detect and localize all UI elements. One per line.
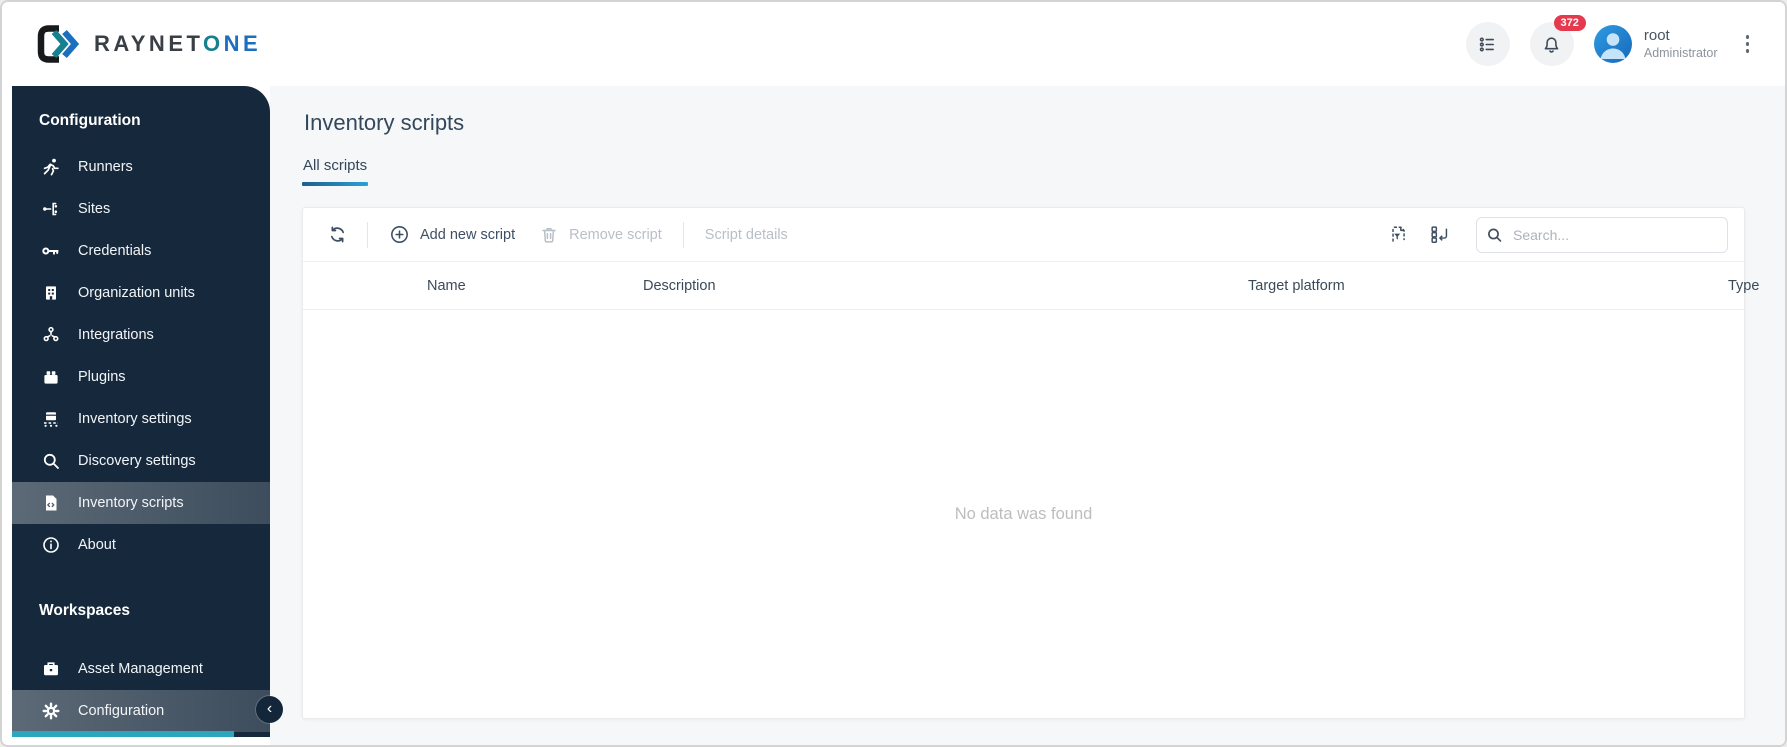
sidebar-item-label: Credentials	[78, 243, 152, 259]
sidebar-item-integrations[interactable]: Integrations	[12, 314, 270, 356]
app-window: RAYNETONE 372 root Administrator Configu…	[0, 0, 1787, 747]
notifications-button[interactable]: 372	[1529, 15, 1586, 66]
toolbar-divider	[682, 221, 684, 248]
sidebar-item-about[interactable]: About	[12, 524, 270, 566]
page-title: Inventory scripts	[304, 110, 465, 135]
sidebar-item-asset-management[interactable]: Asset Management	[12, 648, 270, 690]
sidebar-item-sites[interactable]: Sites	[12, 188, 270, 230]
briefcase-icon	[41, 659, 61, 679]
add-new-script-label: Add new script	[420, 226, 516, 243]
user-name: root	[1643, 26, 1670, 44]
sidebar-collapse-button[interactable]: ‹	[256, 696, 283, 723]
refresh-icon	[327, 224, 348, 245]
tab-label: All scripts	[303, 157, 368, 174]
script-details-label: Script details	[704, 226, 788, 243]
remove-script-label: Remove script	[569, 226, 662, 243]
sidebar-heading-configuration: Configuration	[39, 112, 141, 129]
column-header-name[interactable]: Name	[427, 278, 643, 294]
sidebar-item-label: Inventory scripts	[78, 495, 184, 511]
sidebar-item-label: Plugins	[78, 369, 126, 385]
refresh-button[interactable]	[317, 216, 358, 253]
info-icon	[41, 535, 61, 555]
notification-count-badge: 372	[1553, 15, 1586, 31]
main-content: Inventory scripts All scripts Add new sc…	[270, 86, 1785, 745]
sidebar: Configuration Runners Sites Credentials …	[12, 86, 283, 737]
sidebar-item-label: Discovery settings	[78, 453, 196, 469]
sidebar-item-runners[interactable]: Runners	[12, 146, 270, 188]
sidebar-item-credentials[interactable]: Credentials	[12, 230, 270, 272]
sidebar-item-configuration[interactable]: Configuration	[12, 690, 270, 732]
scripts-panel: Add new script Remove script Script deta…	[302, 207, 1759, 719]
user-info: root Administrator	[1644, 27, 1718, 61]
brand-logo-icon	[36, 24, 80, 64]
empty-state-message: No data was found	[954, 504, 1093, 523]
tab-bar: All scripts	[302, 157, 1745, 186]
more-options-button[interactable]	[1738, 29, 1758, 59]
conveyor-icon	[41, 409, 61, 429]
script-details-button[interactable]: Script details	[693, 219, 800, 251]
topbar: RAYNETONE 372 root Administrator	[2, 2, 1785, 86]
scripts-toolbar: Add new script Remove script Script deta…	[303, 208, 1744, 262]
sites-icon	[41, 199, 61, 219]
sidebar-item-plugins[interactable]: Plugins	[12, 356, 270, 398]
brand-logo: RAYNETONE	[36, 24, 261, 64]
tab-all-scripts[interactable]: All scripts	[302, 157, 369, 186]
toolbar-divider	[367, 221, 368, 248]
integrations-icon	[41, 325, 61, 345]
task-list-button[interactable]	[1465, 22, 1510, 66]
sidebar-item-label: Runners	[78, 159, 133, 175]
plus-circle-icon	[389, 224, 410, 245]
magnifier-icon	[41, 451, 61, 471]
sidebar-item-organization-units[interactable]: Organization units	[12, 272, 270, 314]
sidebar-item-discovery-settings[interactable]: Discovery settings	[12, 440, 270, 482]
column-header-type[interactable]: Type	[1728, 278, 1765, 294]
columns-list-icon	[1429, 224, 1450, 245]
task-list-icon	[1477, 34, 1498, 55]
search-box	[1476, 216, 1728, 253]
sidebar-item-inventory-scripts[interactable]: Inventory scripts	[12, 482, 270, 524]
body: Configuration Runners Sites Credentials …	[2, 86, 1785, 745]
export-filtered-button[interactable]	[1378, 216, 1419, 253]
runner-icon	[41, 157, 61, 177]
trash-icon	[539, 225, 559, 245]
search-icon	[1486, 226, 1503, 243]
column-header-target-platform[interactable]: Target platform	[1248, 278, 1728, 294]
add-new-script-button[interactable]: Add new script	[377, 216, 527, 253]
sidebar-item-label: Asset Management	[78, 661, 203, 677]
sidebar-item-label: About	[78, 537, 116, 553]
chevron-left-icon: ‹	[266, 700, 273, 717]
building-icon	[41, 283, 61, 303]
plugin-icon	[41, 367, 61, 387]
column-header-description[interactable]: Description	[643, 278, 1248, 294]
sidebar-item-inventory-settings[interactable]: Inventory settings	[12, 398, 270, 440]
bell-icon	[1541, 34, 1562, 55]
remove-script-button[interactable]: Remove script	[527, 217, 674, 253]
sidebar-item-label: Sites	[78, 201, 111, 217]
avatar	[1593, 25, 1632, 63]
search-input[interactable]	[1476, 216, 1728, 253]
sidebar-item-label: Organization units	[78, 285, 195, 301]
choose-columns-button[interactable]	[1419, 216, 1460, 253]
sidebar-item-label: Integrations	[78, 327, 154, 343]
topbar-actions: 372 root Administrator	[1465, 15, 1758, 66]
brand-logo-text: RAYNETONE	[94, 31, 262, 56]
user-role: Administrator	[1643, 45, 1718, 60]
user-menu[interactable]: root Administrator	[1593, 25, 1718, 63]
sidebar-heading-workspaces: Workspaces	[39, 602, 131, 619]
gear-icon	[41, 701, 61, 721]
sidebar-item-label: Configuration	[78, 703, 165, 719]
key-icon	[41, 241, 61, 261]
active-tab-underline	[302, 182, 369, 186]
filter-document-icon	[1388, 224, 1409, 245]
sidebar-item-label: Inventory settings	[78, 411, 192, 427]
table-header: Name Description Target platform Type	[303, 262, 1759, 310]
script-file-icon	[41, 493, 61, 513]
